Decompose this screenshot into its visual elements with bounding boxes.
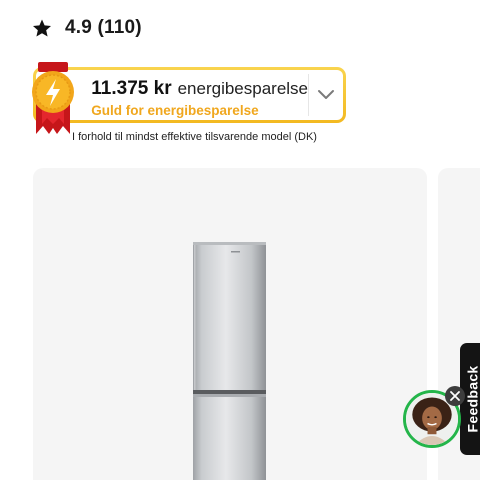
chevron-down-icon — [317, 90, 334, 99]
energy-savings-badge[interactable]: 11.375 kr energibesparelse Guld for ener… — [32, 62, 346, 134]
rating-value: 4.9 (110) — [65, 17, 142, 38]
feedback-label: Feedback — [464, 365, 480, 433]
energy-comparison-note: I forhold til mindst effektive tilsvaren… — [72, 131, 317, 143]
close-chat-button[interactable] — [445, 386, 465, 406]
fridge-freezer-image — [193, 242, 266, 480]
star-icon — [33, 19, 51, 37]
savings-label: energibesparelse — [177, 79, 309, 98]
savings-amount: 11.375 kr — [91, 78, 172, 99]
expand-energy-button[interactable] — [309, 70, 343, 120]
product-rating[interactable]: 4.9 (110) — [32, 16, 142, 40]
energy-medal-icon — [32, 62, 74, 134]
close-icon — [450, 391, 460, 401]
energy-award-subtitle: Guld for energibesparelse — [91, 103, 259, 118]
